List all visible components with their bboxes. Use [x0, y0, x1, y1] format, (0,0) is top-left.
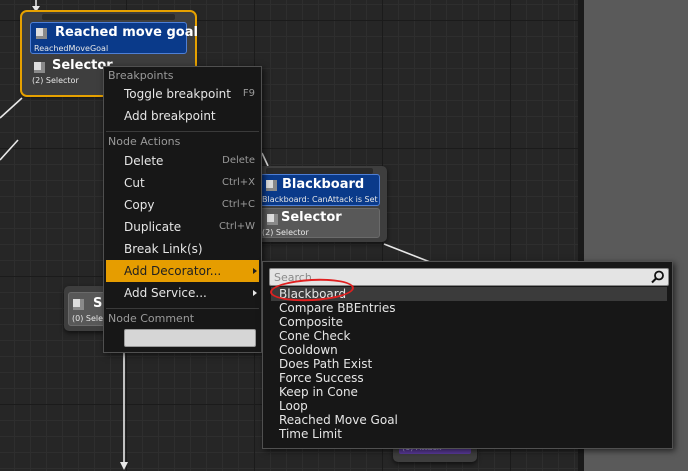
menu-item-add-breakpoint[interactable]: Add breakpoint [106, 105, 259, 127]
wire-arrowhead-bottom [120, 462, 128, 470]
menu-item-label: Add Decorator... [124, 264, 222, 278]
decorator-item-composite[interactable]: Composite [271, 315, 667, 329]
menu-item-add-decorator[interactable]: Add Decorator... [106, 260, 259, 282]
menu-item-delete[interactable]: Delete Delete [106, 150, 259, 172]
decorator-item-force-success[interactable]: Force Success [271, 371, 667, 385]
menu-header-node-comment: Node Comment [108, 312, 195, 325]
node-top-pin[interactable] [42, 14, 175, 20]
menu-item-shortcut: F9 [242, 88, 255, 99]
decorator-icon [266, 180, 277, 191]
wire-left-b [0, 139, 19, 161]
menu-item-label: Copy [124, 198, 155, 212]
node-blackboard[interactable]: Blackboard Blackboard: CanAttack is Set … [252, 166, 387, 242]
decorator-item-keep-in-cone[interactable]: Keep in Cone [271, 385, 667, 399]
menu-item-add-service[interactable]: Add Service... [106, 282, 259, 304]
menu-item-cut[interactable]: Cut Ctrl+X [106, 172, 259, 194]
decorator-submenu: Blackboard Compare BBEntries Composite C… [262, 261, 673, 449]
decorator-item-reached-move-goal[interactable]: Reached Move Goal [271, 413, 667, 427]
search-icon [651, 270, 664, 284]
menu-header-breakpoints: Breakpoints [108, 69, 174, 82]
menu-item-label: Duplicate [124, 220, 182, 234]
wire-left-a [0, 97, 23, 119]
menu-item-label: Add Service... [124, 286, 207, 300]
decorator-title: Blackboard [282, 177, 365, 192]
decorator-item-cooldown[interactable]: Cooldown [271, 343, 667, 357]
wire-right [383, 243, 431, 263]
context-menu: Breakpoints Toggle breakpoint F9 Add bre… [103, 66, 262, 353]
composite-subtitle: (2) Selector [32, 76, 79, 85]
wire-to-blackboard [261, 152, 269, 167]
decorator-icon [36, 28, 47, 39]
composite-title: Selector [281, 210, 342, 225]
decorator-item-loop[interactable]: Loop [271, 399, 667, 413]
decorator-item-compare-bbentries[interactable]: Compare BBEntries [271, 301, 667, 315]
menu-item-shortcut: Delete [222, 155, 255, 166]
menu-item-label: Cut [124, 176, 145, 190]
decorator-subtitle: Blackboard: CanAttack is Set [262, 195, 378, 204]
composite-selector[interactable]: Selector (2) Selector [30, 56, 113, 87]
submenu-arrow-icon [253, 290, 257, 296]
menu-separator [106, 308, 259, 309]
menu-item-copy[interactable]: Copy Ctrl+C [106, 194, 259, 216]
decorator-item-does-path-exist[interactable]: Does Path Exist [271, 357, 667, 371]
menu-header-node-actions: Node Actions [108, 135, 181, 148]
menu-separator [106, 131, 259, 132]
composite-partial[interactable]: S (0) Sele [68, 292, 108, 326]
decorator-subtitle: ReachedMoveGoal [34, 44, 109, 53]
decorator-item-time-limit[interactable]: Time Limit [271, 427, 667, 441]
decorator-title: Reached move goal [55, 25, 198, 40]
composite-selector[interactable]: Selector (2) Selector [260, 208, 380, 238]
decorator-reached-move-goal[interactable]: Reached move goal ReachedMoveGoal [30, 22, 198, 54]
menu-item-shortcut: Ctrl+X [221, 177, 255, 188]
submenu-arrow-icon [253, 268, 257, 274]
composite-icon [267, 214, 278, 225]
composite-icon [73, 299, 84, 310]
menu-item-label: Add breakpoint [124, 109, 216, 123]
menu-item-toggle-breakpoint[interactable]: Toggle breakpoint F9 [106, 83, 259, 105]
decorator-item-cone-check[interactable]: Cone Check [271, 329, 667, 343]
composite-title: S [93, 296, 103, 311]
composite-subtitle: (2) Selector [262, 228, 309, 237]
menu-item-shortcut: Ctrl+C [221, 199, 255, 210]
menu-item-shortcut: Ctrl+W [218, 221, 255, 232]
menu-item-duplicate[interactable]: Duplicate Ctrl+W [106, 216, 259, 238]
composite-icon [34, 62, 45, 73]
decorator-blackboard[interactable]: Blackboard Blackboard: CanAttack is Set [260, 174, 380, 206]
node-comment-input[interactable] [124, 329, 256, 347]
menu-item-label: Break Link(s) [124, 242, 203, 256]
menu-item-break-links[interactable]: Break Link(s) [106, 238, 259, 260]
menu-item-label: Toggle breakpoint [124, 87, 231, 101]
composite-subtitle: (0) Sele [72, 314, 104, 323]
node-partial-left[interactable]: S (0) Sele [64, 286, 108, 331]
menu-item-label: Delete [124, 154, 164, 168]
